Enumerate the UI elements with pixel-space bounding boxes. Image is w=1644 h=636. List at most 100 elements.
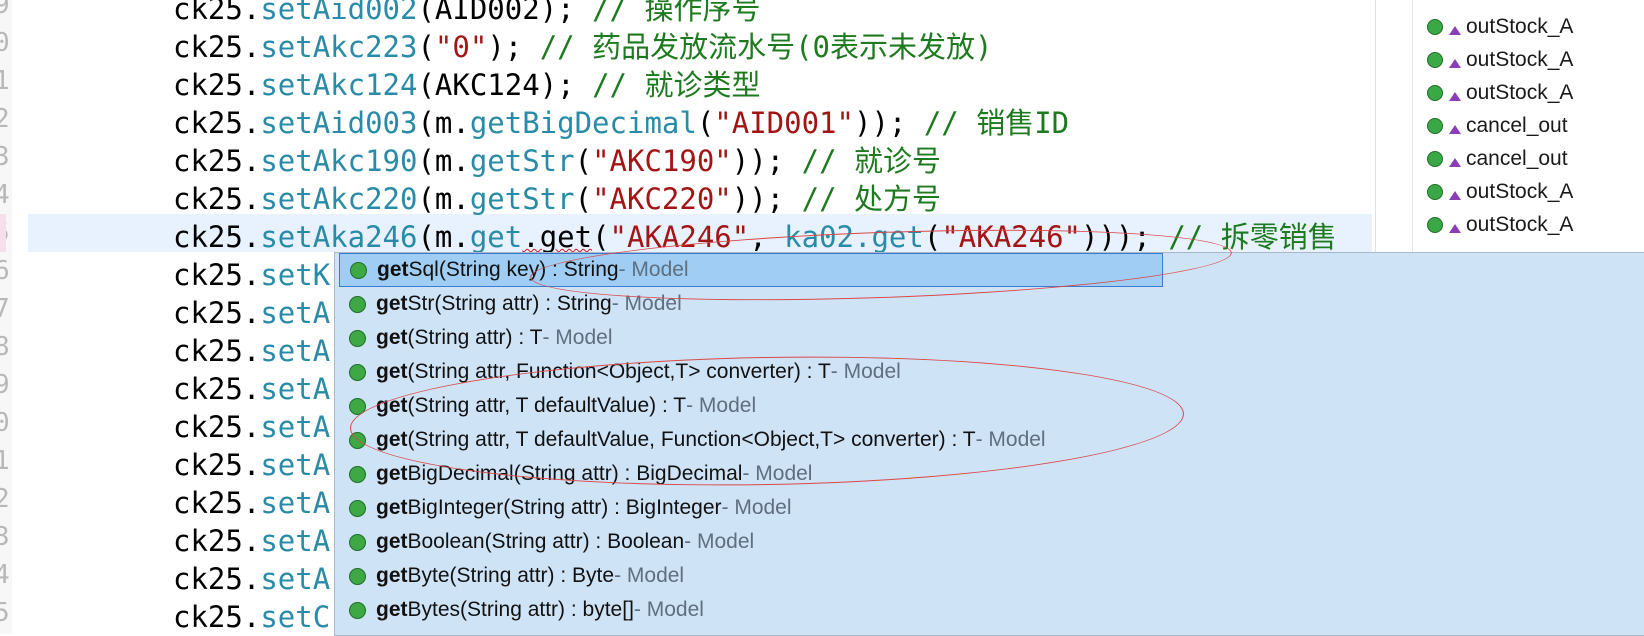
code-punct: ); xyxy=(487,30,523,64)
code-object: ck25. xyxy=(173,30,261,64)
outline-item-label: outStock_A xyxy=(1466,81,1574,104)
completion-proposal[interactable]: get Byte(String attr) : Byte - Model xyxy=(339,559,1509,593)
completion-proposal[interactable]: get Bytes(String attr) : byte[] - Model xyxy=(339,593,1509,627)
code-comment: // 操作序号 xyxy=(574,0,761,26)
proposal-match: get xyxy=(376,598,408,621)
public-method-icon xyxy=(349,601,366,619)
code-method: setA xyxy=(260,296,331,330)
outline-item[interactable]: outStock_A xyxy=(1427,175,1573,209)
code-string: "AKA246" xyxy=(609,220,750,254)
code-punct: ( xyxy=(574,144,593,178)
code-line[interactable]: ck25.setA xyxy=(173,484,330,522)
code-method: setAkc223 xyxy=(260,30,418,64)
outline-item[interactable]: cancel_out xyxy=(1427,142,1568,176)
code-punct: )); xyxy=(853,106,907,140)
code-line[interactable]: ck25.setAid003(m.getBigDecimal("AID001")… xyxy=(173,104,1069,142)
public-method-icon xyxy=(349,567,366,585)
completion-proposal[interactable]: get (String attr, T defaultValue) : T - M… xyxy=(339,389,1509,423)
proposal-owner: - Model xyxy=(721,496,792,519)
field-icon xyxy=(1427,118,1443,134)
code-object: ck25. xyxy=(173,448,261,482)
proposal-owner: - Model xyxy=(975,428,1046,451)
pane-divider[interactable] xyxy=(1375,0,1376,252)
outline-item[interactable]: outStock_A xyxy=(1427,43,1573,77)
code-comment: // 拆零销售 xyxy=(1150,220,1337,254)
line-number: 9 xyxy=(0,370,10,400)
completion-proposal[interactable]: get (String attr, Function<Object,T> conv… xyxy=(339,355,1509,389)
public-method-icon xyxy=(349,499,366,517)
code-line[interactable]: ck25.setA xyxy=(173,446,330,484)
code-punct: ( xyxy=(417,68,435,102)
line-number: 0 xyxy=(0,408,10,438)
code-line[interactable]: ck25.setAkc220(m.getStr("AKC220")); // 处… xyxy=(173,180,941,218)
code-comment: // 就诊类型 xyxy=(574,68,761,102)
proposal-signature: BigDecimal(String attr) : BigDecimal xyxy=(407,462,743,485)
completion-proposal[interactable]: get (String attr) : T - Model xyxy=(339,321,1509,355)
code-object: ck25. xyxy=(173,106,261,140)
code-line[interactable]: ck25.setA xyxy=(173,370,330,408)
content-assist-popup[interactable]: get Sql(String key) : String - Model get St… xyxy=(334,252,1644,636)
outline-item-label: outStock_A xyxy=(1466,15,1574,38)
field-icon xyxy=(1427,19,1443,35)
code-line[interactable]: ck25.setA xyxy=(173,560,330,598)
completion-proposal[interactable]: get BigInteger(String attr) : BigInteger … xyxy=(339,491,1509,525)
code-method: setA xyxy=(260,410,331,444)
code-object: ck25. xyxy=(173,144,261,178)
code-object: ck25. xyxy=(173,372,261,406)
code-line[interactable]: ck25.setAkc124(AKC124); // 就诊类型 xyxy=(173,66,760,104)
public-method-icon xyxy=(349,363,366,381)
code-punct: )); xyxy=(731,144,785,178)
code-method-error: .get xyxy=(522,220,593,254)
public-method-icon xyxy=(350,261,367,279)
code-method: setK xyxy=(260,258,331,292)
outline-item[interactable]: outStock_A xyxy=(1427,10,1573,44)
code-object: ck25. xyxy=(173,486,261,520)
code-punct: ); xyxy=(539,68,575,102)
current-line-marker xyxy=(0,214,6,252)
outline-item[interactable]: cancel_out xyxy=(1427,109,1568,143)
completion-proposal[interactable]: get Str(String attr) : String - Model xyxy=(339,287,1509,321)
line-number: 4 xyxy=(0,180,10,210)
line-number: 6 xyxy=(0,256,10,286)
code-line[interactable]: ck25.setAid002(AID002); // 操作序号 xyxy=(173,0,760,28)
outline-panel[interactable]: outStock_A outStock_A outStock_A cancel_out… xyxy=(1412,0,1644,252)
code-line[interactable]: ck25.setA xyxy=(173,408,330,446)
proposal-signature: (String attr, T defaultValue, Function<O… xyxy=(407,428,976,451)
completion-proposal[interactable]: get BigDecimal(String attr) : BigDecimal … xyxy=(339,457,1509,491)
code-line[interactable]: ck25.setA xyxy=(173,332,330,370)
code-method: setAkc190 xyxy=(260,144,418,178)
code-punct: ))); xyxy=(1081,220,1151,254)
code-object: ck25. xyxy=(173,296,261,330)
modifier-icon xyxy=(1449,223,1461,233)
code-line[interactable]: ck25.setA xyxy=(173,522,330,560)
proposal-signature: (String attr) : T xyxy=(407,326,543,349)
code-punct: ( xyxy=(696,106,715,140)
proposal-signature: (String attr, T defaultValue) : T xyxy=(407,394,687,417)
proposal-match: get xyxy=(376,292,408,315)
proposal-owner: - Model xyxy=(686,394,757,417)
outline-item[interactable]: outStock_A xyxy=(1427,76,1573,110)
code-argument: AID002 xyxy=(434,0,540,26)
code-string: "AKA246" xyxy=(941,220,1082,254)
proposal-signature: Byte(String attr) : Byte xyxy=(407,564,615,587)
code-line[interactable]: ck25.setAkc190(m.getStr("AKC190")); // 就… xyxy=(173,142,941,180)
code-line[interactable]: ck25.setAkc223("0"); // 药品发放流水号(0表示未发放) xyxy=(173,28,992,66)
completion-proposal[interactable]: get Boolean(String attr) : Boolean - Mode… xyxy=(339,525,1509,559)
code-method: setAkc124 xyxy=(260,68,418,102)
code-line[interactable]: ck25.setAka246(m.get.get("AKA246", ka02.… xyxy=(173,218,1337,256)
code-punct: ); xyxy=(539,0,575,26)
code-line[interactable]: ck25.setC xyxy=(173,598,330,634)
code-line[interactable]: ck25.setA xyxy=(173,294,330,332)
proposal-owner: - Model xyxy=(830,360,901,383)
code-string: "AID001" xyxy=(714,106,854,140)
code-line[interactable]: ck25.setK xyxy=(173,256,330,294)
code-object: ck25. xyxy=(173,334,261,368)
code-method: get xyxy=(871,220,924,254)
outline-item[interactable]: outStock_A xyxy=(1427,208,1573,242)
proposal-signature: Boolean(String attr) : Boolean xyxy=(407,530,685,553)
completion-proposal[interactable]: get (String attr, T defaultValue, Functio… xyxy=(339,423,1509,457)
completion-proposal[interactable]: get Sql(String key) : String - Model xyxy=(339,253,1163,287)
proposal-owner: - Model xyxy=(611,292,682,315)
code-method: setA xyxy=(260,334,331,368)
code-string: "AKC190" xyxy=(592,144,732,178)
